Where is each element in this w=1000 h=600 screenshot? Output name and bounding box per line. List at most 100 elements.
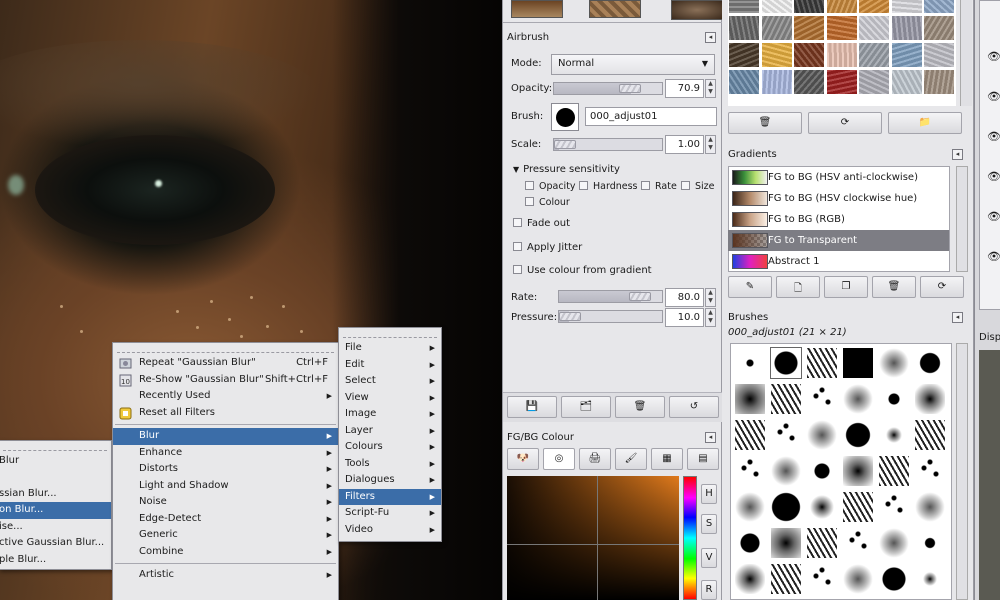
brush-name-field[interactable]: 000_adjust01: [585, 107, 717, 126]
pattern-thumbnail[interactable]: [858, 42, 890, 68]
brush-thumbnail[interactable]: [879, 420, 909, 450]
edit-gradient-button[interactable]: ✎: [728, 276, 772, 298]
tab-menu-icon[interactable]: ◂: [952, 312, 963, 323]
checkbox-icon[interactable]: [525, 181, 534, 190]
brush-thumbnail[interactable]: [915, 492, 945, 522]
brush-thumbnail[interactable]: [915, 564, 945, 594]
pattern-thumbnail[interactable]: [890, 0, 923, 14]
pattern-thumbnail[interactable]: [728, 0, 760, 14]
brush-thumbnail[interactable]: [771, 420, 801, 450]
open-pattern-folder-button[interactable]: 📁: [888, 112, 962, 134]
navigation-preview[interactable]: [979, 350, 1000, 600]
pattern-thumbnail[interactable]: [728, 42, 760, 68]
pressure-size-checkbox[interactable]: Size: [681, 181, 715, 192]
scale-spin-buttons[interactable]: ▲ ▼: [705, 135, 716, 154]
pattern-thumbnail[interactable]: [825, 0, 858, 14]
brush-thumbnail[interactable]: [807, 420, 837, 450]
menu-item-simple-blur[interactable]: ple Blur...: [0, 552, 111, 569]
brush-thumbnail[interactable]: [735, 528, 765, 558]
menu-item-blur-header[interactable]: Blur: [0, 453, 111, 470]
menu-item-reset-filters[interactable]: Reset all Filters: [113, 405, 338, 422]
pattern-thumbnail[interactable]: [793, 42, 825, 68]
tab-wheel-selector[interactable]: ◎: [543, 448, 575, 470]
brush-thumbnail[interactable]: [915, 384, 945, 414]
menu-item-view[interactable]: View ▶: [339, 390, 441, 407]
menu-item-dialogues[interactable]: Dialogues ▶: [339, 472, 441, 489]
checkbox-icon[interactable]: [579, 181, 588, 190]
pattern-thumbnail[interactable]: [923, 0, 955, 14]
delete-gradient-button[interactable]: 🗑: [872, 276, 916, 298]
scale-slider[interactable]: [553, 138, 663, 151]
rate-value-field[interactable]: 80.0: [665, 288, 704, 307]
pattern-thumbnail[interactable]: [858, 15, 890, 41]
pattern-thumbnail[interactable]: [858, 69, 890, 95]
brush-thumbnail[interactable]: [879, 348, 909, 378]
menu-item-layer[interactable]: Layer ▶: [339, 423, 441, 440]
brush-preview-button[interactable]: [551, 103, 579, 131]
slider-thumb[interactable]: [618, 84, 641, 93]
hue-strip[interactable]: [683, 476, 697, 600]
pressure-rate-checkbox[interactable]: Rate: [641, 181, 677, 192]
tab-gimp-selector[interactable]: 🐶: [507, 448, 539, 470]
brush-thumbnail[interactable]: [735, 564, 765, 594]
tab-menu-icon[interactable]: ◂: [952, 149, 963, 160]
menu-item-gaussian-blur[interactable]: ssian Blur...: [0, 486, 111, 503]
pattern-thumbnail[interactable]: [793, 69, 825, 95]
eye-icon[interactable]: 👁: [987, 50, 1000, 63]
menu-item-blur[interactable]: Blur ▶: [113, 428, 338, 445]
brush-thumbnail[interactable]: [915, 420, 945, 450]
menu-item-repeat-filter[interactable]: Repeat "Gaussian Blur" Ctrl+F: [113, 355, 338, 372]
tear-off-line[interactable]: [343, 331, 437, 338]
brush-thumbnail[interactable]: [735, 348, 765, 378]
brush-thumbnail[interactable]: [879, 528, 909, 558]
brush-thumbnail[interactable]: [771, 456, 801, 486]
brush-thumbnail[interactable]: [771, 528, 801, 558]
checkbox-icon[interactable]: [525, 197, 534, 206]
menu-item-colours[interactable]: Colours ▶: [339, 439, 441, 456]
menu-item-artistic[interactable]: Artistic ▶: [113, 567, 338, 584]
pressure-opacity-checkbox[interactable]: Opacity: [525, 181, 576, 192]
brushes-scrollbar[interactable]: [956, 343, 968, 600]
rate-spin-buttons[interactable]: ▲ ▼: [705, 288, 716, 307]
menu-item-reshow-filter[interactable]: 10 Re-Show "Gaussian Blur" Shift+Ctrl+F: [113, 372, 338, 389]
brush-thumbnail[interactable]: [735, 420, 765, 450]
eye-icon[interactable]: 👁: [987, 90, 1000, 103]
channel-r-button[interactable]: R: [701, 580, 717, 600]
brush-thumbnail[interactable]: [771, 384, 801, 414]
pattern-thumbnail[interactable]: [890, 42, 923, 68]
pattern-thumbnail[interactable]: [728, 69, 760, 95]
brushes-grid[interactable]: [730, 343, 952, 600]
rate-slider[interactable]: [558, 290, 663, 303]
menu-item-motion-blur[interactable]: on Blur...: [0, 502, 111, 519]
menu-item-generic[interactable]: Generic ▶: [113, 527, 338, 544]
refresh-gradients-button[interactable]: ⟳: [920, 276, 964, 298]
gradient-preview-thumb[interactable]: [671, 0, 723, 20]
pressure-hardness-checkbox[interactable]: Hardness: [579, 181, 638, 192]
gradient-row[interactable]: Abstract 1: [728, 251, 949, 272]
pattern-thumbnail[interactable]: [760, 42, 793, 68]
brush-thumbnail[interactable]: [879, 384, 909, 414]
brush-thumbnail[interactable]: [771, 492, 801, 522]
pressure-colour-checkbox[interactable]: Colour: [525, 197, 570, 208]
gradient-row-selected[interactable]: FG to Transparent: [728, 230, 949, 251]
brush-thumbnail[interactable]: [807, 384, 837, 414]
tear-off-line[interactable]: [117, 346, 334, 353]
pattern-thumbnail[interactable]: [760, 15, 793, 41]
brush-thumbnail[interactable]: [915, 528, 945, 558]
brush-thumbnail[interactable]: [807, 564, 837, 594]
pattern-thumbnail[interactable]: [890, 69, 923, 95]
pattern-preview-thumb[interactable]: [589, 0, 641, 18]
brush-thumbnail[interactable]: [770, 347, 802, 379]
brush-thumbnail[interactable]: [843, 564, 873, 594]
brush-thumbnail[interactable]: [771, 564, 801, 594]
pressure-sensitivity-expander[interactable]: ▼ Pressure sensitivity: [513, 164, 620, 175]
menu-item-selective-gaussian-blur[interactable]: ctive Gaussian Blur...: [0, 535, 111, 552]
menu-item-image[interactable]: Image ▶: [339, 406, 441, 423]
reset-options-button[interactable]: ↺: [669, 396, 719, 418]
checkbox-icon[interactable]: [513, 242, 522, 251]
brush-thumbnail[interactable]: [735, 456, 765, 486]
brush-thumbnail[interactable]: [879, 492, 909, 522]
channel-h-button[interactable]: H: [701, 484, 717, 504]
gradient-row[interactable]: FG to BG (RGB): [728, 209, 949, 230]
new-gradient-button[interactable]: 🗋: [776, 276, 820, 298]
